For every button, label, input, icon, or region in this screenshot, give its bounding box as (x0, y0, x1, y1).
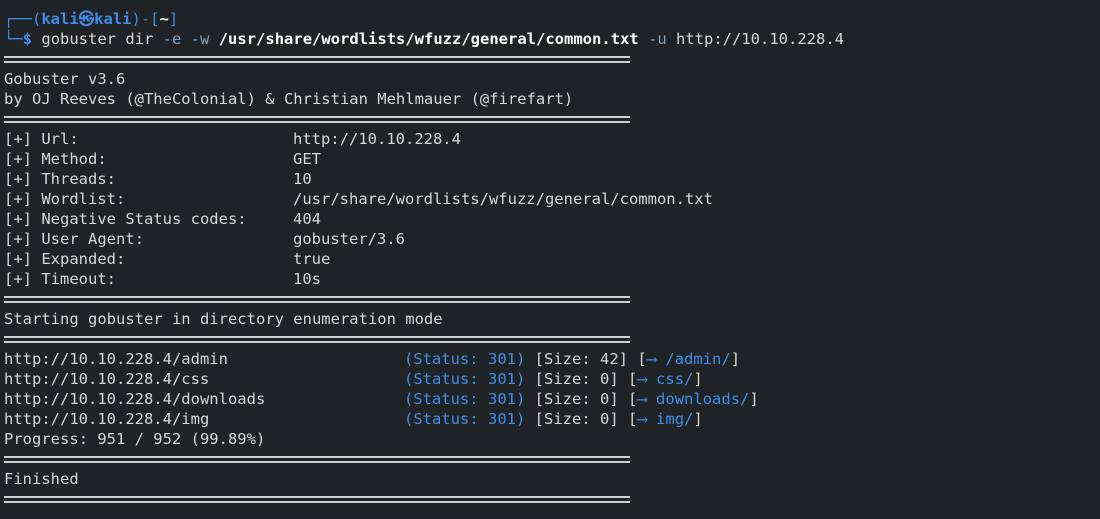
config-value: true (293, 250, 331, 268)
result-row: http://10.10.228.4/css (Status: 301) [Siz… (0, 369, 1100, 389)
result-row: http://10.10.228.4/downloads (Status: 301… (0, 389, 1100, 409)
config-label: [+] Timeout: (4, 270, 116, 288)
prompt-box-mid: )-[ (131, 10, 160, 28)
config-label: [+] Wordlist: (4, 190, 126, 208)
result-row: http://10.10.228.4/admin (Status: 301) [S… (0, 349, 1100, 369)
result-open-bracket: [ (628, 410, 638, 428)
flag-u: -u (648, 30, 667, 48)
config-row: [+] Url: http://10.10.228.4 (0, 129, 1100, 149)
prompt-top: ┌──(kali㉿kali)-[~] (0, 9, 1100, 29)
prompt-box-top: ┌──( (4, 10, 42, 28)
config-row: [+] Expanded: true (0, 249, 1100, 269)
config-value: 10 (293, 170, 312, 188)
command-wordlist: /usr/share/wordlists/wfuzz/general/commo… (218, 30, 639, 48)
flag-w: -w (190, 30, 210, 48)
config-label: [+] Method: (4, 150, 107, 168)
config-row: [+] Negative Status codes: 404 (0, 209, 1100, 229)
config-row: [+] Threads: 10 (0, 169, 1100, 189)
separator (0, 49, 1100, 69)
config-label: [+] Expanded: (4, 250, 126, 268)
separator (0, 109, 1100, 129)
redirect-arrow-icon: ⟶ (646, 350, 657, 368)
prompt-host: kali (94, 10, 132, 28)
start-message: Starting gobuster in directory enumerati… (4, 310, 443, 328)
config-value: GET (293, 150, 321, 168)
separator (0, 289, 1100, 309)
result-status: (Status: 301) (404, 410, 526, 428)
prompt-box-close: ] (168, 10, 179, 28)
result-target: /admin/ (665, 350, 731, 368)
config-label: [+] User Agent: (4, 230, 144, 248)
redirect-arrow-icon: ⟶ (637, 370, 647, 388)
result-status: (Status: 301) (404, 390, 526, 408)
flag-e: -e (162, 30, 182, 48)
command-name: gobuster dir (41, 30, 154, 48)
config-row: [+] Wordlist: /usr/share/wordlists/wfuzz/… (0, 189, 1100, 209)
result-open-bracket: [ (628, 370, 638, 388)
config-value: http://10.10.228.4 (293, 130, 461, 148)
result-target: downloads/ (656, 390, 750, 408)
result-size: [Size: 42] (534, 350, 628, 368)
config-value: 404 (293, 210, 321, 228)
banner-version: Gobuster v3.6 (4, 70, 126, 88)
result-close-bracket: ] (730, 350, 741, 368)
result-close-bracket: ] (693, 410, 703, 428)
result-size: [Size: 0] (534, 410, 619, 428)
result-row: http://10.10.228.4/img (Status: 301) [Siz… (0, 409, 1100, 429)
separator (0, 329, 1100, 349)
result-status: (Status: 301) (404, 350, 526, 368)
command-line[interactable]: └─$ gobuster dir -e -w /usr/share/wordli… (0, 29, 1100, 49)
separator (0, 489, 1100, 509)
prompt-dir: ~ (159, 10, 169, 28)
terminal-window[interactable]: ┌──(kali㉿kali)-[~] └─$ gobuster dir -e -… (0, 0, 1100, 519)
result-url: http://10.10.228.4/downloads (4, 390, 266, 408)
config-value: /usr/share/wordlists/wfuzz/general/commo… (293, 190, 713, 208)
config-label: [+] Threads: (4, 170, 116, 188)
prompt-box-bottom: └─ (4, 30, 23, 48)
result-open-bracket: [ (637, 350, 647, 368)
prompt-user: kali (41, 10, 79, 28)
progress-line: Progress: 951 / 952 (99.89%) (4, 430, 266, 448)
result-close-bracket: ] (693, 370, 703, 388)
result-open-bracket: [ (628, 390, 638, 408)
redirect-arrow-icon: ⟶ (637, 390, 647, 408)
result-target: css/ (656, 370, 694, 388)
result-url: http://10.10.228.4/admin (4, 350, 228, 368)
config-label: [+] Negative Status codes: (4, 210, 247, 228)
redirect-arrow-icon: ⟶ (637, 410, 647, 428)
result-target: img/ (656, 410, 694, 428)
result-status: (Status: 301) (404, 370, 526, 388)
config-value: 10s (293, 270, 321, 288)
config-row: [+] User Agent: gobuster/3.6 (0, 229, 1100, 249)
banner-authors: by OJ Reeves (@TheColonial) & Christian … (4, 90, 574, 108)
prompt-dollar: $ (22, 30, 33, 48)
result-size: [Size: 0] (534, 370, 619, 388)
config-value: gobuster/3.6 (293, 230, 405, 248)
result-close-bracket: ] (749, 390, 759, 408)
config-row: [+] Timeout: 10s (0, 269, 1100, 289)
config-row: [+] Method: GET (0, 149, 1100, 169)
result-url: http://10.10.228.4/img (4, 410, 210, 428)
command-url: http://10.10.228.4 (676, 30, 844, 48)
prompt-at-symbol: ㉿ (78, 10, 95, 28)
result-size: [Size: 0] (534, 390, 619, 408)
finished-message: Finished (4, 470, 79, 488)
config-label: [+] Url: (4, 130, 79, 148)
result-url: http://10.10.228.4/css (4, 370, 210, 388)
separator (0, 449, 1100, 469)
